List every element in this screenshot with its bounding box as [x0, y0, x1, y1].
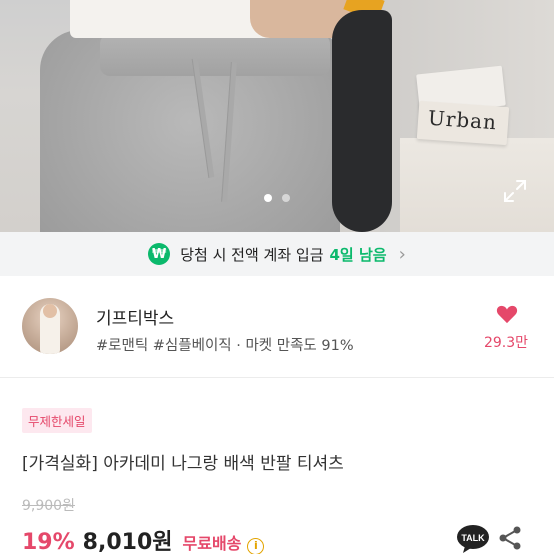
- carousel-indicator: [0, 194, 554, 202]
- shop-info[interactable]: 기프티박스 #로맨틱 #심플베이직 · 마켓 만족도 91% 29.3만: [0, 276, 554, 378]
- share-icon[interactable]: [498, 525, 522, 551]
- avatar-face: [43, 304, 57, 318]
- product-image[interactable]: Urban: [0, 0, 554, 232]
- chevron-right-icon: ›: [398, 243, 406, 265]
- info-icon[interactable]: i: [247, 538, 265, 554]
- won-icon: ₩: [148, 243, 171, 265]
- prize-banner[interactable]: ₩ 당첨 시 전액 계좌 입금 4일 남음 ›: [0, 232, 554, 276]
- carousel-dot[interactable]: [282, 194, 290, 202]
- shop-avatar[interactable]: [22, 298, 78, 354]
- talk-label: TALK: [461, 533, 485, 543]
- free-shipping: 무료배송: [182, 534, 242, 553]
- sale-price: 8,010원: [82, 530, 173, 554]
- price-row: 19% 8,010원 무료배송 i: [22, 524, 265, 554]
- sale-badge: 무제한세일: [22, 408, 92, 433]
- likes-count: 29.3만: [483, 335, 529, 351]
- shop-name[interactable]: 기프티박스: [96, 304, 174, 329]
- heart-icon[interactable]: [496, 304, 518, 324]
- expand-icon[interactable]: [502, 178, 528, 204]
- original-price: 9,900원: [22, 498, 75, 514]
- product-title: [가격실화] 아카데미 나그랑 배색 반팔 티셔츠: [22, 454, 344, 474]
- discount-rate: 19%: [22, 530, 75, 554]
- book-title: Urban: [427, 105, 498, 135]
- pants-waistband: [100, 34, 330, 76]
- banner-text: 당첨 시 전액 계좌 입금: [180, 245, 324, 264]
- background-cabinet: [400, 138, 554, 232]
- kakaotalk-icon[interactable]: TALK: [456, 524, 490, 554]
- banner-days-left: 4일 남음: [329, 245, 387, 264]
- carousel-dot-active[interactable]: [264, 194, 272, 202]
- shop-tags: #로맨틱 #심플베이직 · 마켓 만족도 91%: [96, 338, 354, 354]
